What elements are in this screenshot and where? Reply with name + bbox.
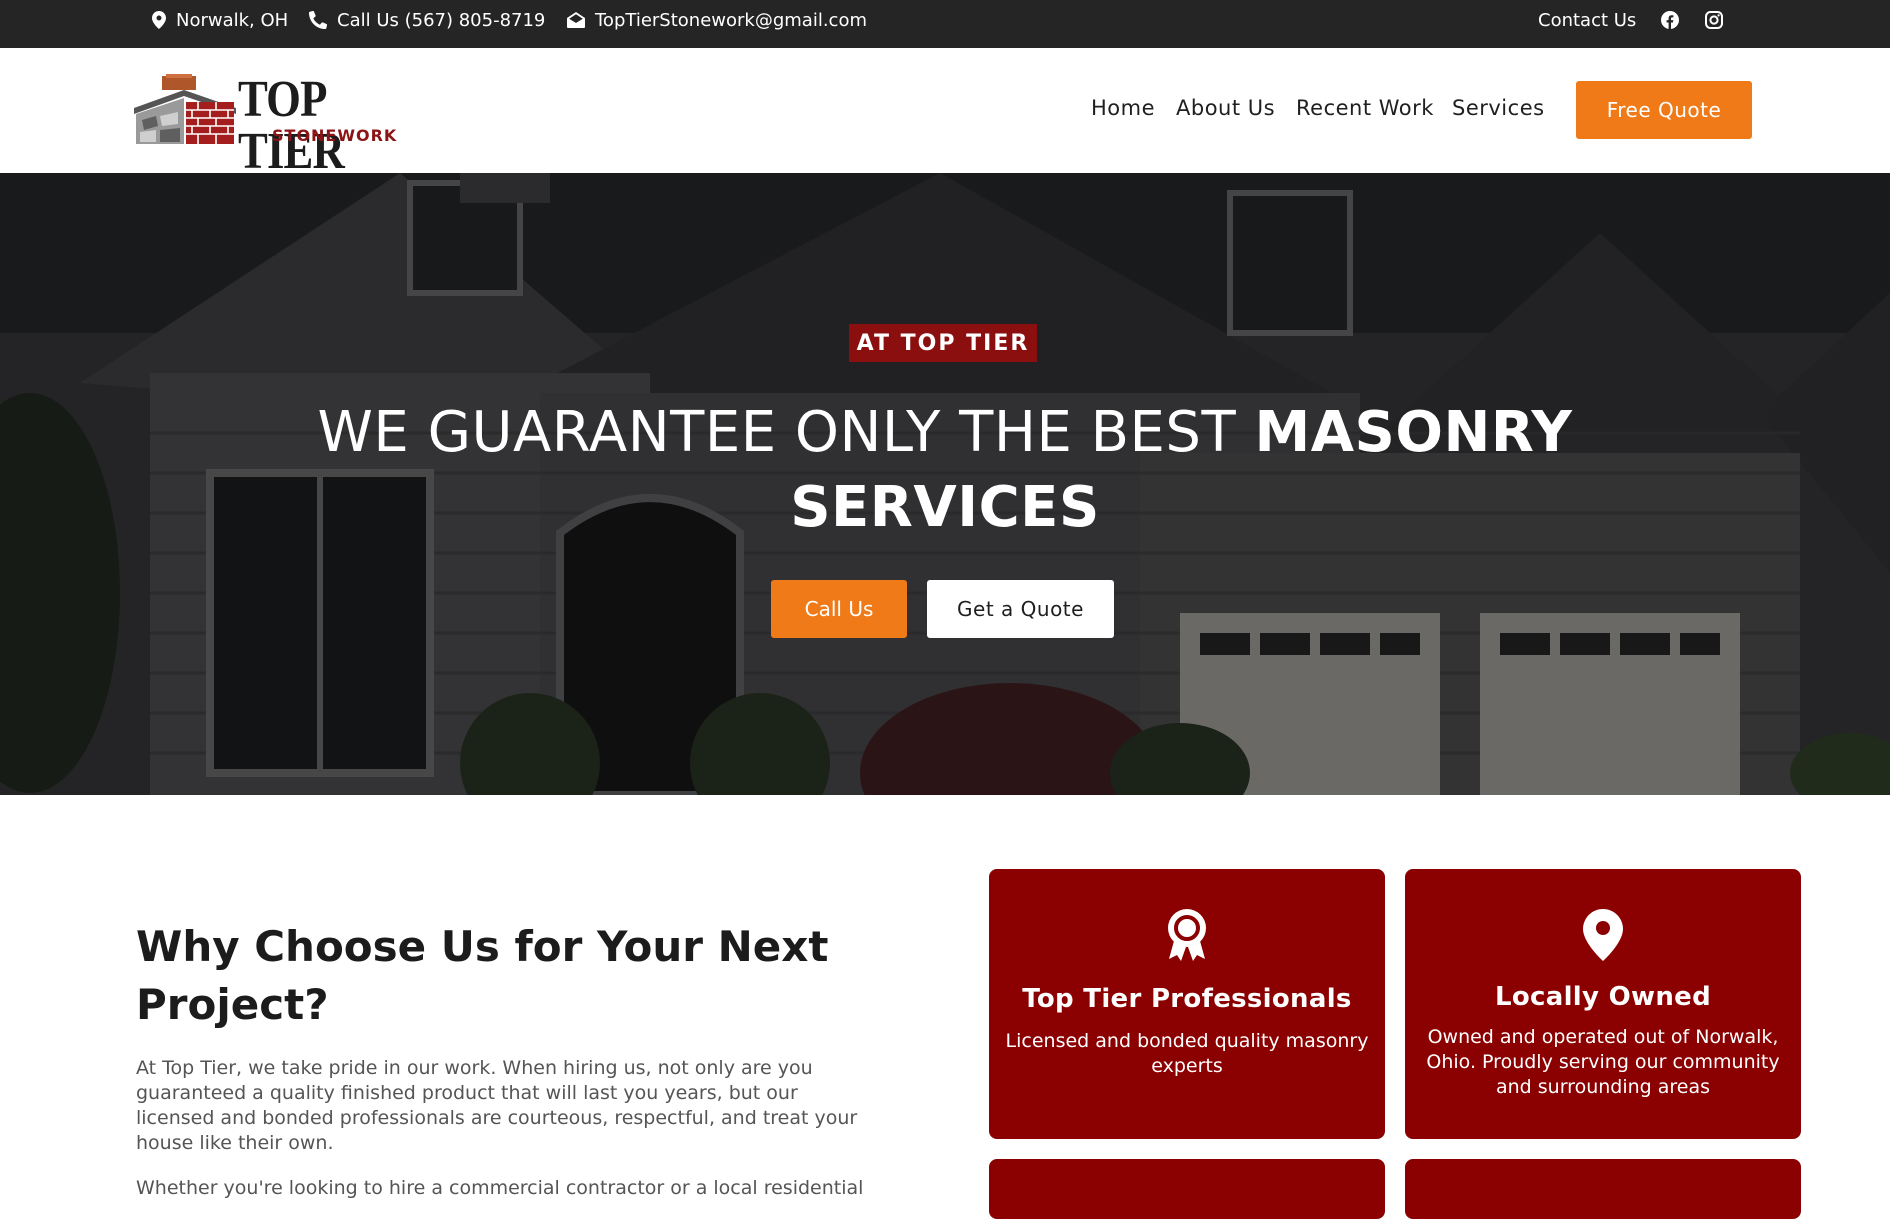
why-choose-title: Why Choose Us for Your Next Project? [136, 922, 829, 1029]
hero-title-bold-1: MASONRY [1254, 400, 1573, 465]
card-title: Locally Owned [1495, 982, 1711, 1012]
instagram-icon [1705, 11, 1723, 29]
envelope-icon [567, 12, 585, 28]
logo[interactable]: TOP TIER STONEWORK [132, 74, 422, 178]
instagram-link[interactable] [1705, 0, 1723, 40]
brick-wall-logo-icon [134, 74, 236, 144]
contact-us-label: Contact Us [1538, 9, 1637, 31]
feature-card-locally-owned: Locally Owned Owned and operated out of … [1405, 869, 1801, 1139]
site-header: TOP TIER STONEWORK Home About Us Recent … [0, 48, 1890, 178]
facebook-icon [1661, 11, 1679, 29]
logo-subtitle: STONEWORK [272, 126, 398, 145]
why-choose-paragraph-2: Whether you're looking to hire a commerc… [136, 1177, 864, 1199]
nav-recent-work[interactable]: Recent Work [1296, 96, 1434, 120]
map-pin-icon [152, 11, 166, 29]
top-bar: Norwalk, OH Call Us (567) 805-8719 TopTi… [0, 0, 1890, 48]
card-icon-wrap [989, 907, 1385, 961]
feature-card-4 [1405, 1159, 1801, 1219]
hero-section: AT TOP TIER WE GUARANTEE ONLY THE BEST M… [0, 173, 1890, 795]
nav-services[interactable]: Services [1452, 96, 1545, 120]
hero-title-bold-2: SERVICES [790, 475, 1100, 540]
facebook-link[interactable] [1661, 0, 1679, 40]
location-info: Norwalk, OH [152, 0, 288, 40]
email-link[interactable]: TopTierStonework@gmail.com [567, 0, 867, 40]
hero-title-regular: WE GUARANTEE ONLY THE BEST [317, 400, 1255, 465]
hero-title: WE GUARANTEE ONLY THE BEST MASONRY SERVI… [200, 395, 1690, 545]
feature-card-professionals: Top Tier Professionals Licensed and bond… [989, 869, 1385, 1139]
contact-us-link[interactable]: Contact Us [1538, 0, 1636, 40]
location-text: Norwalk, OH [176, 9, 289, 31]
feature-card-3 [989, 1159, 1385, 1219]
nav-home[interactable]: Home [1091, 96, 1155, 120]
phone-text: Call Us (567) 805-8719 [337, 9, 546, 31]
card-title: Top Tier Professionals [1022, 984, 1352, 1014]
phone-link[interactable]: Call Us (567) 805-8719 [309, 0, 545, 40]
card-description: Licensed and bonded quality masonry expe… [1005, 1030, 1369, 1077]
map-pin-icon [1583, 909, 1623, 961]
award-ribbon-icon [1168, 909, 1206, 961]
card-description: Owned and operated out of Norwalk, Ohio.… [1426, 1026, 1780, 1098]
get-quote-button[interactable]: Get a Quote [927, 580, 1114, 638]
email-text: TopTierStonework@gmail.com [595, 9, 867, 31]
why-choose-paragraph-1: At Top Tier, we take pride in our work. … [136, 1057, 858, 1154]
phone-icon [309, 11, 327, 29]
free-quote-button[interactable]: Free Quote [1576, 81, 1752, 139]
nav-about-us[interactable]: About Us [1176, 96, 1275, 120]
hero-badge: AT TOP TIER [849, 324, 1037, 362]
card-icon-wrap [1405, 909, 1801, 961]
call-us-button[interactable]: Call Us [771, 580, 907, 638]
